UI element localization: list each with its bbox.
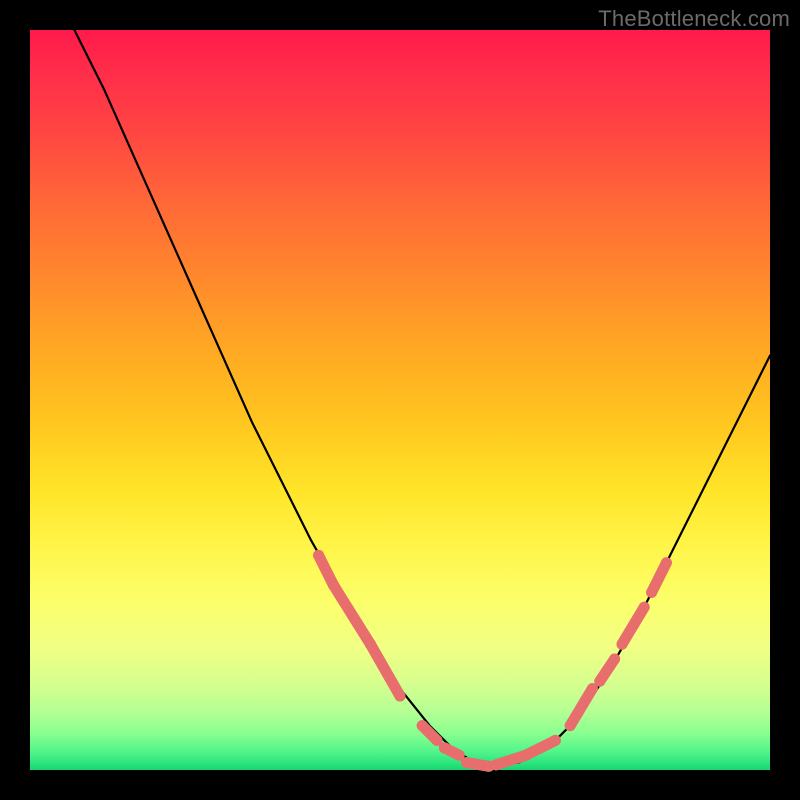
curve-svg <box>30 30 770 770</box>
right-cluster-4-dot <box>639 602 650 613</box>
right-cluster-3-dot <box>609 654 620 665</box>
chart-frame: TheBottleneck.com <box>0 0 800 800</box>
left-cluster-2 <box>333 585 370 644</box>
left-cluster-2-dot <box>328 580 339 591</box>
left-cluster-3-dot <box>365 639 376 650</box>
watermark-text: TheBottleneck.com <box>598 6 790 32</box>
right-outlier-dot <box>646 587 657 598</box>
right-cluster-2-dot <box>565 720 576 731</box>
bottleneck-curve <box>74 30 770 766</box>
valley-1-dot <box>417 720 428 731</box>
plot-area <box>30 30 770 770</box>
right-cluster-1-dot <box>550 735 561 746</box>
right-cluster-4-dot <box>617 639 628 650</box>
left-cluster-3 <box>370 644 400 696</box>
valley-4-dot <box>491 759 502 770</box>
marker-group <box>313 550 672 772</box>
valley-2-dot <box>439 742 450 753</box>
right-cluster-1-dot <box>520 750 531 761</box>
right-outlier-dot <box>661 557 672 568</box>
right-cluster-4 <box>622 607 644 644</box>
left-cluster-3-dot <box>395 691 406 702</box>
left-cluster-1-dot <box>313 550 324 561</box>
right-cluster-3-dot <box>594 676 605 687</box>
valley-3-dot <box>461 757 472 768</box>
right-cluster-2 <box>570 689 592 726</box>
